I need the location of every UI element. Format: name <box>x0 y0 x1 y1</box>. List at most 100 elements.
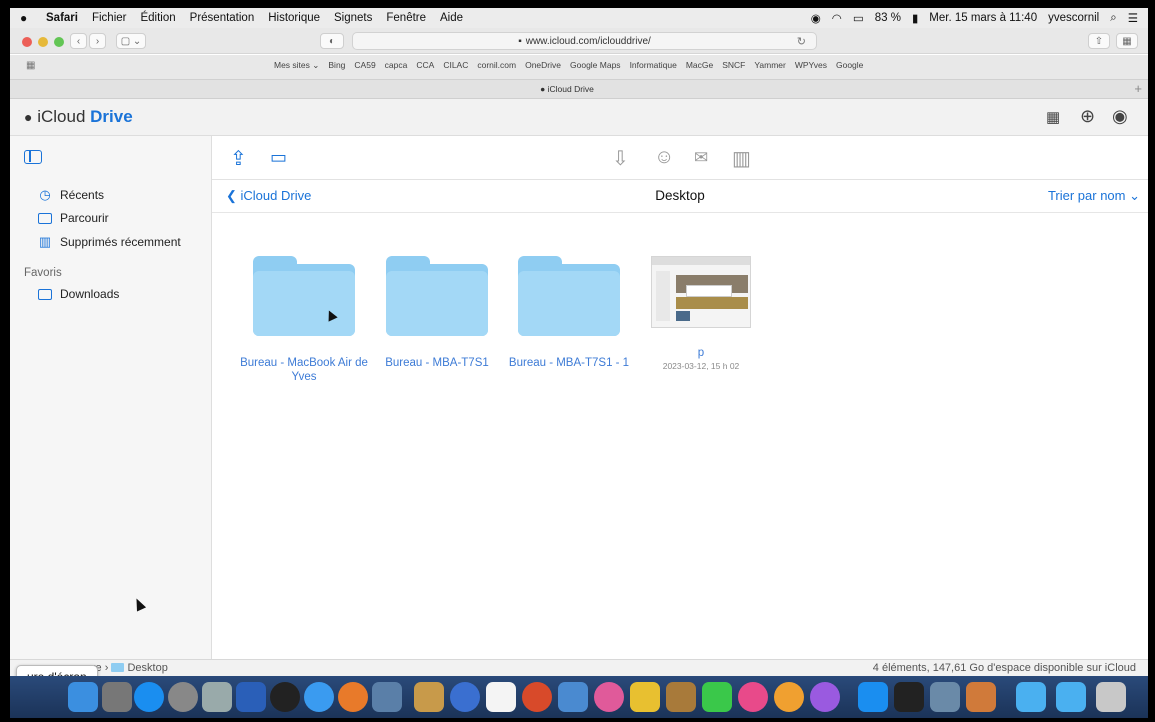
fav-onedrive[interactable]: OneDrive <box>525 60 561 71</box>
tab-icloud-drive[interactable]: ● iCloud Drive <box>10 80 1124 98</box>
safari-icon[interactable] <box>304 682 334 712</box>
favorites-grid-icon[interactable]: ▦ <box>26 60 35 71</box>
quicktime-icon[interactable] <box>450 682 480 712</box>
sort-button[interactable]: Trier par nom ⌄ <box>1048 188 1140 204</box>
fav-google-maps[interactable]: Google Maps <box>570 60 621 71</box>
apple-menu-icon[interactable]: ● <box>20 11 32 25</box>
account-icon[interactable]: ◉ <box>1112 106 1128 127</box>
new-folder-icon[interactable]: ▭ <box>270 147 287 168</box>
trash-icon[interactable] <box>1096 682 1126 712</box>
sidebar-toggle-icon[interactable]: ▢ ⌄ <box>116 33 146 49</box>
mail-app-icon[interactable] <box>558 682 588 712</box>
upload-icon[interactable]: ⇪ <box>230 146 247 171</box>
sidebar-item-recents[interactable]: ◷ Récents <box>38 186 104 204</box>
reload-icon[interactable]: ↻ <box>797 35 806 48</box>
photo-app-icon[interactable] <box>666 682 696 712</box>
menu-signets[interactable]: Signets <box>334 12 372 24</box>
add-circle-icon[interactable]: ⊕ <box>1080 106 1095 127</box>
downloads-folder-icon[interactable] <box>1056 682 1086 712</box>
address-bar[interactable]: ▪ www.icloud.com/iclouddrive/ ↻ <box>352 32 817 50</box>
fav-macge[interactable]: MacGe <box>686 60 713 71</box>
fav-informatique[interactable]: Informatique <box>630 60 677 71</box>
menu-aide[interactable]: Aide <box>440 12 463 24</box>
app-title[interactable]: ● iCloud Drive <box>24 107 133 127</box>
photos-icon[interactable] <box>594 682 624 712</box>
calendar-icon[interactable] <box>486 682 516 712</box>
finder-icon[interactable] <box>68 682 98 712</box>
minimize-window-button[interactable] <box>38 37 48 47</box>
zoom-window-button[interactable] <box>54 37 64 47</box>
ccleaner-icon[interactable] <box>236 682 266 712</box>
montage-icon[interactable] <box>630 682 660 712</box>
sidebar-item-supprimes[interactable]: ▥ Supprimés récemment <box>38 233 181 251</box>
terminal-icon[interactable] <box>894 682 924 712</box>
folder-item[interactable]: Bureau - MBA-T7S1 - 1 <box>504 256 634 370</box>
status-icon[interactable]: ◉ <box>811 11 821 25</box>
spotlight-icon[interactable]: ⌕ <box>1110 12 1116 25</box>
airplay-icon[interactable]: ▭ <box>853 11 864 25</box>
menu-historique[interactable]: Historique <box>268 12 320 24</box>
file-item[interactable]: p 2023-03-12, 15 h 02 <box>636 256 766 371</box>
privacy-shield-icon[interactable]: ◐ <box>320 33 344 49</box>
mail-icon[interactable]: ✉ <box>694 148 708 168</box>
download-icon[interactable]: ⇩ <box>612 146 629 171</box>
fav-sncf[interactable]: SNCF <box>722 60 745 71</box>
fav-capca[interactable]: capca <box>385 60 408 71</box>
fav-google[interactable]: Google <box>836 60 863 71</box>
sidebar-item-downloads[interactable]: Downloads <box>38 285 119 303</box>
sidebar-toggle-icon[interactable] <box>24 150 42 164</box>
sidebar-item-label: Récents <box>60 188 105 202</box>
menu-edition[interactable]: Édition <box>140 12 175 24</box>
fav-wpyves[interactable]: WPYves <box>795 60 827 71</box>
sidebar-item-parcourir[interactable]: Parcourir <box>38 209 109 227</box>
back-arrow-icon[interactable]: ‹ <box>70 33 87 49</box>
forward-arrow-icon[interactable]: › <box>89 33 106 49</box>
notes-icon[interactable] <box>414 682 444 712</box>
control-center-icon[interactable]: ☰ <box>1128 11 1138 25</box>
feedback-icon[interactable] <box>810 682 840 712</box>
tab-overview-icon[interactable]: ▦ <box>1116 33 1138 49</box>
fav-mes-sites[interactable]: Mes sites ⌄ <box>274 60 319 71</box>
battery-icon: ▮ <box>911 13 919 25</box>
path-segment[interactable]: Desktop <box>127 662 167 674</box>
menu-presentation[interactable]: Présentation <box>190 12 255 24</box>
share-people-icon[interactable]: ☺ <box>654 146 674 169</box>
menu-fichier[interactable]: Fichier <box>92 12 127 24</box>
battery-text[interactable]: 83 % <box>875 12 901 24</box>
firefox-icon[interactable] <box>338 682 368 712</box>
wifi-icon[interactable]: ◠ <box>832 11 842 25</box>
share-icon[interactable]: ⇧ <box>1088 33 1110 49</box>
preview-icon[interactable] <box>372 682 402 712</box>
icloud-app-icon[interactable] <box>858 682 888 712</box>
facetime-icon[interactable] <box>702 682 732 712</box>
fav-cca[interactable]: CCA <box>416 60 434 71</box>
launchpad-icon[interactable] <box>202 682 232 712</box>
activity-icon[interactable] <box>270 682 300 712</box>
music-icon[interactable] <box>738 682 768 712</box>
screenshot-icon[interactable] <box>102 682 132 712</box>
close-window-button[interactable] <box>22 37 32 47</box>
fav-ca59[interactable]: CA59 <box>354 60 375 71</box>
trash-icon[interactable]: ▥ <box>732 146 751 171</box>
fav-bing[interactable]: Bing <box>328 60 345 71</box>
fav-cilac[interactable]: CILAC <box>443 60 468 71</box>
menu-safari[interactable]: Safari <box>46 12 78 24</box>
utility-icon[interactable] <box>930 682 960 712</box>
folder-icon <box>38 287 52 301</box>
books-icon[interactable] <box>774 682 804 712</box>
trash-icon: ▥ <box>38 234 52 249</box>
app-grid-icon[interactable]: ▦ <box>1046 108 1060 126</box>
app-store-icon[interactable] <box>134 682 164 712</box>
user-name[interactable]: yvescornil <box>1048 12 1099 24</box>
app-icon[interactable] <box>966 682 996 712</box>
powerpoint-icon[interactable] <box>522 682 552 712</box>
folder-icon[interactable] <box>1016 682 1046 712</box>
folder-item[interactable]: Bureau - MBA-T7S1 <box>372 256 502 370</box>
fav-cornil[interactable]: cornil.com <box>477 60 516 71</box>
clock[interactable]: Mer. 15 mars à 11:40 <box>929 12 1037 24</box>
folder-item[interactable]: Bureau - MacBook Air de Yves <box>239 256 369 384</box>
menu-fenetre[interactable]: Fenêtre <box>386 12 426 24</box>
system-preferences-icon[interactable] <box>168 682 198 712</box>
fav-yammer[interactable]: Yammer <box>754 60 786 71</box>
new-tab-icon[interactable]: + <box>1134 80 1142 98</box>
